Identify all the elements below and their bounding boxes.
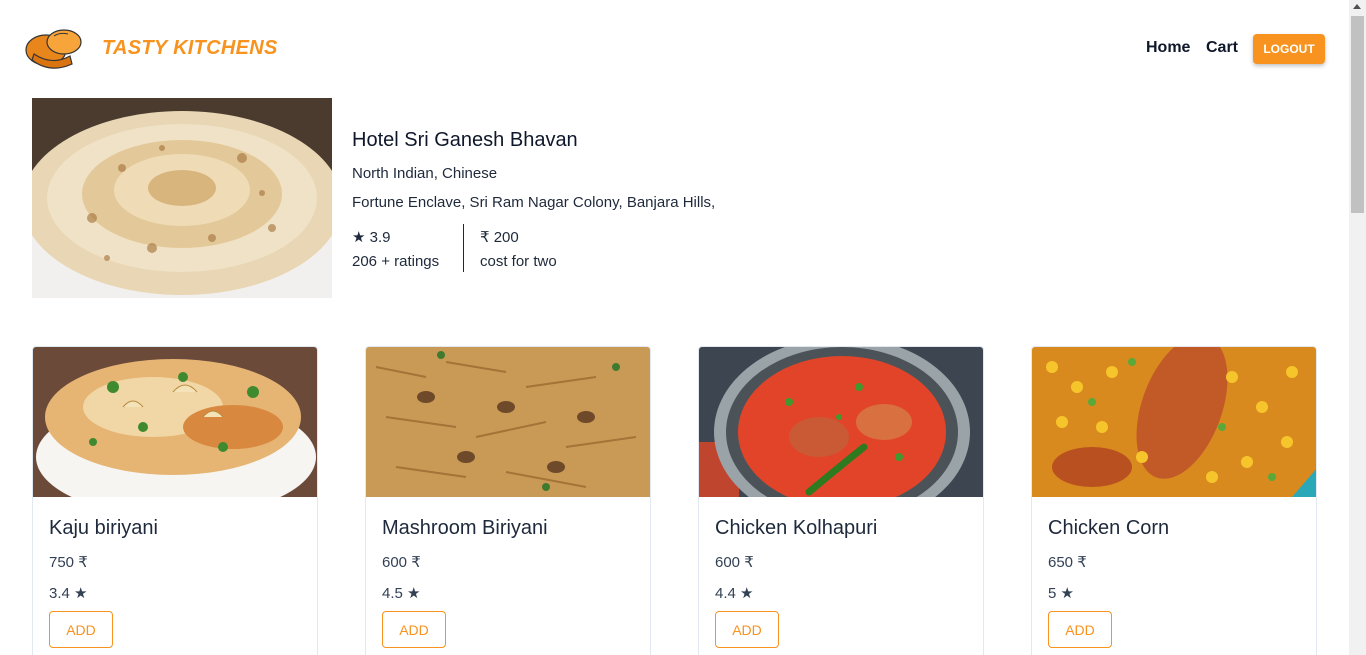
food-item-name: Mashroom Biriyani [382, 517, 548, 539]
food-item-image [1032, 347, 1316, 497]
food-item-card: Mashroom Biriyani 600 ₹ 4.5 ★ ADD [365, 346, 651, 655]
food-item-rating: 4.5 ★ [382, 585, 421, 602]
add-button[interactable]: ADD [49, 611, 113, 648]
food-item-card: Kaju biriyani 750 ₹ 3.4 ★ ADD [32, 346, 318, 655]
food-item-name: Kaju biriyani [49, 517, 158, 539]
restaurant-cuisine: North Indian, Chinese [352, 165, 498, 182]
food-item-card: Chicken Kolhapuri 600 ₹ 4.4 ★ ADD [698, 346, 984, 655]
nav-home-link[interactable]: Home [1146, 39, 1190, 57]
add-button[interactable]: ADD [1048, 611, 1112, 648]
cost-label: cost for two [480, 253, 557, 270]
add-button[interactable]: ADD [715, 611, 779, 648]
restaurant-location: Fortune Enclave, Sri Ram Nagar Colony, B… [352, 194, 716, 211]
app-header: TASTY KITCHENS Home Cart LOGOUT [0, 0, 1349, 98]
restaurant-image [32, 98, 332, 298]
nav-cart-link[interactable]: Cart [1206, 39, 1238, 57]
scroll-up-arrow-icon[interactable] [1353, 4, 1361, 9]
food-item-rating: 3.4 ★ [49, 585, 88, 602]
food-item-card: Chicken Corn 650 ₹ 5 ★ ADD [1031, 346, 1317, 655]
page-scrollbar[interactable] [1349, 0, 1366, 655]
chef-hat-icon[interactable] [24, 26, 84, 74]
food-item-rating: 4.4 ★ [715, 585, 754, 602]
food-item-image [33, 347, 317, 497]
food-item-image [699, 347, 983, 497]
food-item-price: 600 ₹ [715, 554, 754, 571]
logout-button[interactable]: LOGOUT [1253, 34, 1325, 64]
food-item-price: 600 ₹ [382, 554, 421, 571]
stat-divider [463, 224, 464, 272]
food-item-price: 750 ₹ [49, 554, 88, 571]
brand-name: TASTY KITCHENS [102, 37, 278, 59]
restaurant-name: Hotel Sri Ganesh Bhavan [352, 129, 578, 151]
restaurant-cost: ₹ 200 cost for two [480, 226, 557, 274]
restaurant-rating: ★ 3.9 206 + ratings [352, 226, 439, 274]
ratings-count: 206 + ratings [352, 253, 440, 270]
food-item-name: Chicken Kolhapuri [715, 517, 878, 539]
food-item-name: Chicken Corn [1048, 517, 1170, 539]
food-item-rating: 5 ★ [1048, 585, 1074, 602]
food-item-price: 650 ₹ [1048, 554, 1087, 571]
scrollbar-thumb[interactable] [1351, 16, 1364, 213]
cost-value: ₹ 200 [480, 229, 519, 246]
food-item-image [366, 347, 650, 497]
add-button[interactable]: ADD [382, 611, 446, 648]
rating-value: ★ 3.9 [352, 229, 391, 246]
